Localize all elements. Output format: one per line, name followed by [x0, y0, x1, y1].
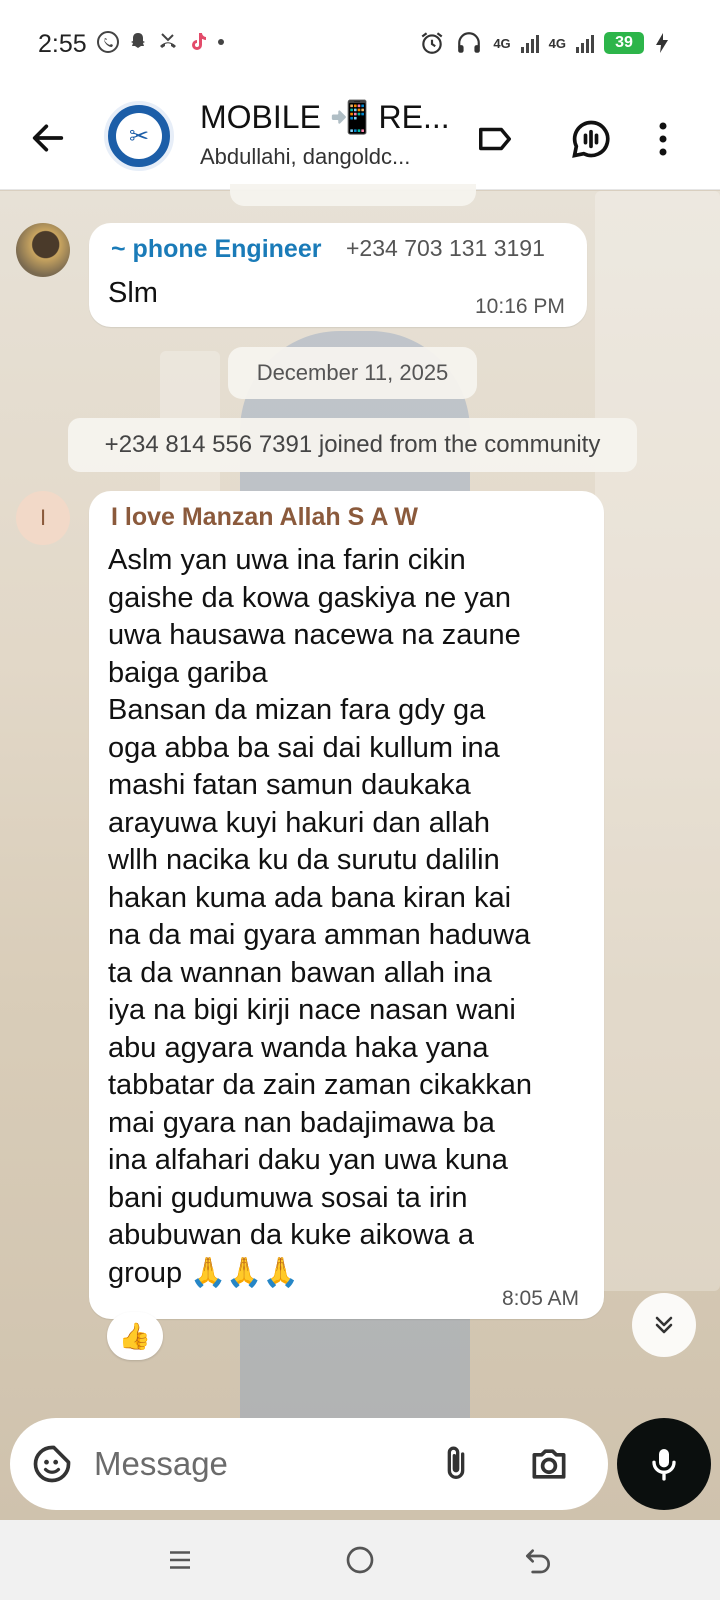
- network-2-label: 4G: [548, 35, 566, 51]
- sticker-button[interactable]: [30, 1442, 74, 1486]
- status-bar: 2:55 4G 4G 39: [0, 0, 720, 90]
- reaction-badge[interactable]: 👍: [107, 1312, 163, 1360]
- missed-call-icon: [160, 33, 176, 48]
- voice-chat-icon: [572, 120, 610, 158]
- message-text: Aslm yan uwa ina farin cikin gaishe da k…: [108, 544, 532, 1289]
- camera-icon: [532, 1449, 566, 1479]
- signal-2-icon: [576, 33, 594, 53]
- message-time: 8:05 AM: [502, 1287, 580, 1310]
- more-options-button[interactable]: [648, 114, 678, 164]
- status-time: 2:55: [38, 30, 87, 58]
- back-nav-icon: [526, 1549, 550, 1574]
- wallpaper-panel: [595, 191, 720, 1291]
- message-input[interactable]: [94, 1440, 434, 1488]
- back-arrow-icon: [32, 124, 64, 152]
- double-chevron-down-icon: [655, 1316, 673, 1334]
- back-nav-button[interactable]: [518, 1540, 558, 1580]
- system-nav-bar: [0, 1520, 720, 1600]
- home-button[interactable]: [340, 1540, 380, 1580]
- date-separator: December 11, 2025: [228, 347, 477, 399]
- paperclip-icon: [447, 1446, 465, 1479]
- menu-icon: [170, 1551, 190, 1569]
- partial-date-chip: [230, 184, 476, 206]
- sender-name[interactable]: ~ phone Engineer: [111, 235, 321, 264]
- network-1-label: 4G: [493, 35, 511, 51]
- microphone-icon: [652, 1449, 676, 1481]
- chat-title[interactable]: MOBILE 📲 RE...: [200, 98, 450, 136]
- chat-header: ✂ MOBILE 📲 RE... Abdullahi, dangoldc...: [0, 90, 720, 190]
- system-message: +234 814 556 7391 joined from the commun…: [68, 418, 637, 472]
- message-composer: [10, 1418, 608, 1510]
- back-button[interactable]: [28, 118, 68, 158]
- headphones-icon: [458, 32, 481, 53]
- camera-button[interactable]: [527, 1442, 571, 1486]
- sender-name[interactable]: I love Manzan Allah S A W: [111, 503, 418, 532]
- scroll-to-bottom-button[interactable]: [632, 1293, 696, 1357]
- tiktok-icon: [192, 33, 206, 50]
- sticker-icon: [33, 1445, 71, 1483]
- sender-phone: +234 703 131 3191: [346, 235, 545, 261]
- dot-icon: [218, 39, 224, 45]
- alarm-icon: [421, 32, 443, 54]
- attach-button[interactable]: [436, 1442, 476, 1486]
- charging-icon: [656, 33, 668, 53]
- message-bubble[interactable]: I love Manzan Allah S A W Aslm yan uwa i…: [89, 491, 604, 1319]
- recents-button[interactable]: [160, 1540, 200, 1580]
- message-text: Slm: [108, 277, 158, 309]
- more-vert-icon: [659, 122, 667, 156]
- status-right: 4G 4G 39: [419, 30, 670, 56]
- label-icon: [479, 127, 511, 151]
- snapchat-icon: [131, 33, 145, 48]
- voice-record-button[interactable]: [617, 1418, 711, 1510]
- group-logo-icon: ✂: [116, 113, 162, 159]
- notification-icons: [96, 30, 226, 54]
- voice-chat-button[interactable]: [566, 114, 616, 164]
- battery-level: 39: [604, 32, 644, 54]
- chat-members[interactable]: Abdullahi, dangoldc...: [200, 144, 410, 170]
- sender-avatar[interactable]: I: [16, 491, 70, 545]
- message-bubble[interactable]: ~ phone Engineer +234 703 131 3191 Slm 1…: [89, 223, 587, 327]
- group-avatar[interactable]: ✂: [104, 101, 174, 171]
- signal-1-icon: [520, 33, 539, 53]
- whatsapp-icon: [97, 31, 119, 53]
- home-circle-icon: [346, 1546, 374, 1574]
- label-button[interactable]: [470, 114, 520, 164]
- sender-avatar[interactable]: [16, 223, 70, 277]
- message-time: 10:16 PM: [475, 295, 565, 318]
